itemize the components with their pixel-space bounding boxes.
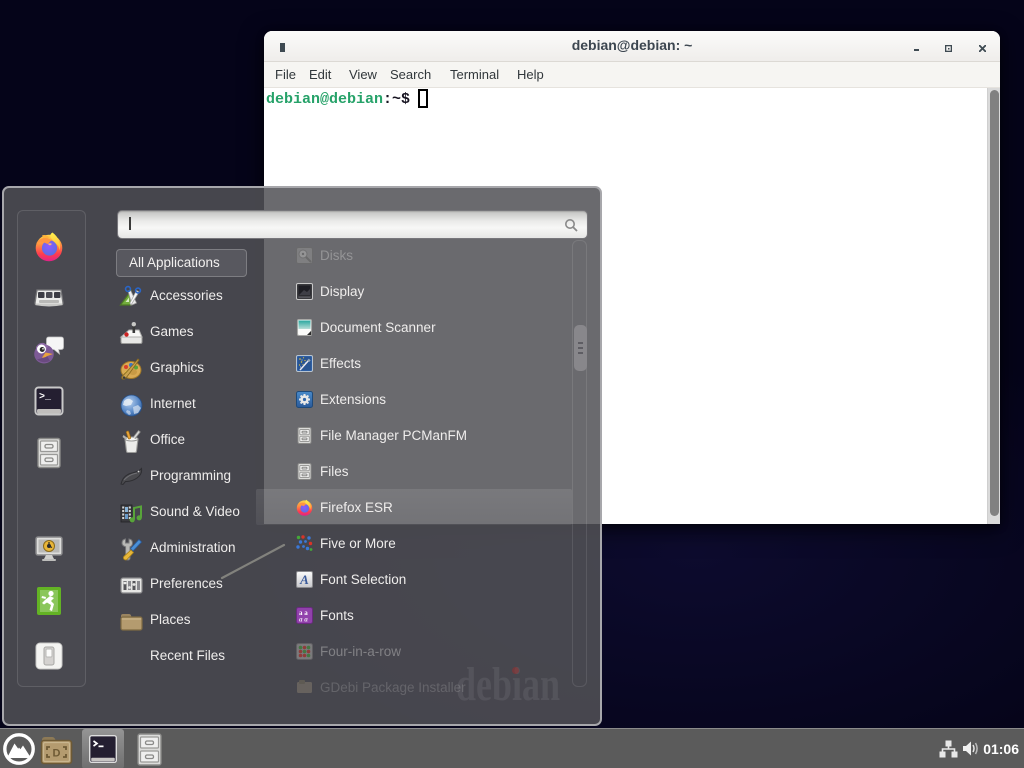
svg-text:A: A (299, 572, 309, 587)
svg-text:a a: a a (299, 616, 308, 624)
svg-text:>_: >_ (39, 392, 52, 403)
svg-text:D: D (53, 748, 61, 760)
